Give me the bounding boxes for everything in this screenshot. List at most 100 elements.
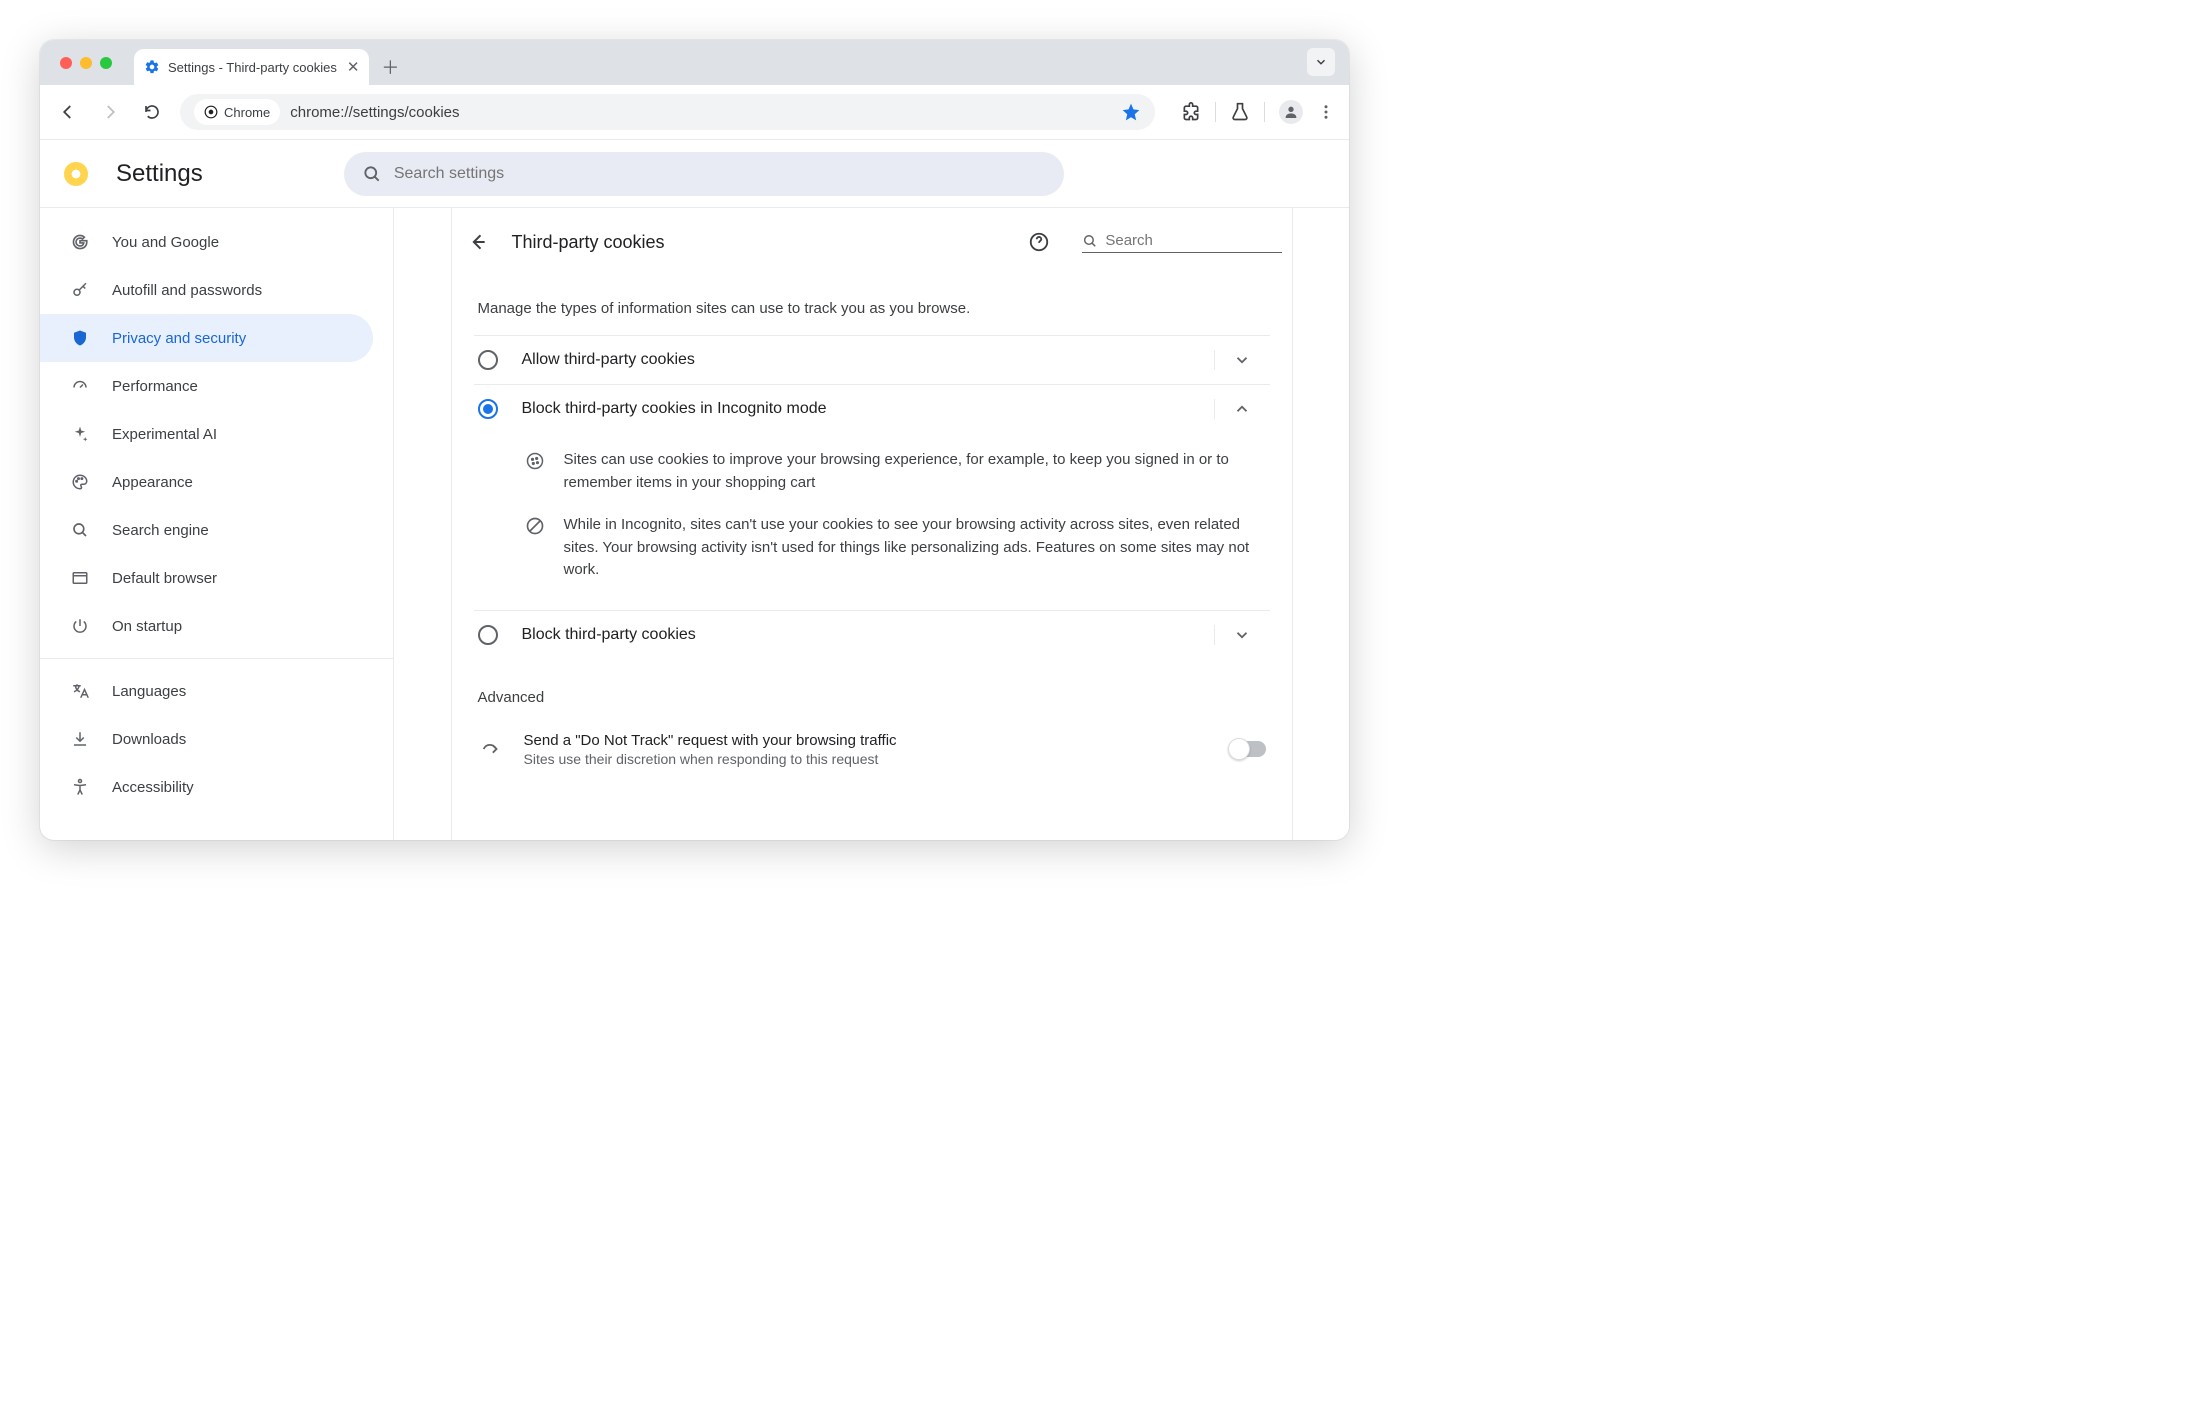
sidebar-item-label: Privacy and security <box>112 330 246 347</box>
speedometer-icon <box>70 377 90 395</box>
url-text: chrome://settings/cookies <box>290 104 459 121</box>
radio-icon <box>478 350 498 370</box>
sidebar-item-you-and-google[interactable]: You and Google <box>40 218 373 266</box>
browser-tab[interactable]: Settings - Third-party cookies ✕ <box>134 49 369 85</box>
option-detail: Sites can use cookies to improve your br… <box>474 433 1270 611</box>
radio-label: Block third-party cookies <box>522 626 1214 644</box>
settings-body: You and Google Autofill and passwords Pr… <box>40 208 1349 840</box>
profile-avatar[interactable] <box>1279 100 1303 124</box>
dnt-subtitle: Sites use their discretion when respondi… <box>524 751 1210 767</box>
sidebar-item-label: Downloads <box>112 731 186 748</box>
detail-text: Sites can use cookies to improve your br… <box>564 449 1258 494</box>
sidebar-item-languages[interactable]: Languages <box>40 667 373 715</box>
sidebar-item-label: Performance <box>112 378 198 395</box>
window-minimize[interactable] <box>80 57 92 69</box>
sidebar-item-experimental-ai[interactable]: Experimental AI <box>40 410 373 458</box>
new-tab-button[interactable]: ＋ <box>381 49 399 85</box>
translate-icon <box>70 682 90 700</box>
separator <box>1264 102 1265 122</box>
chevron-down-icon <box>1233 351 1251 369</box>
browser-toolbar: Chrome chrome://settings/cookies <box>40 85 1349 140</box>
forward-button[interactable] <box>96 98 124 126</box>
extensions-icon[interactable] <box>1181 102 1201 122</box>
tab-strip: Settings - Third-party cookies ✕ ＋ <box>40 40 1349 85</box>
block-icon <box>524 514 546 582</box>
google-g-icon <box>70 233 90 251</box>
section-intro: Manage the types of information sites ca… <box>478 264 1266 335</box>
sidebar-item-label: Appearance <box>112 474 193 491</box>
tab-title: Settings - Third-party cookies <box>168 60 337 75</box>
sidebar-item-label: On startup <box>112 618 182 635</box>
radio-icon <box>478 399 498 419</box>
content-panel: Third-party cookies Manage the types of … <box>451 208 1293 840</box>
window-maximize[interactable] <box>100 57 112 69</box>
radio-icon <box>478 625 498 645</box>
chrome-icon <box>204 105 218 119</box>
settings-header: Settings <box>40 140 1349 208</box>
palette-icon <box>70 473 90 491</box>
cookie-icon <box>524 449 546 494</box>
dnt-toggle[interactable] <box>1230 741 1266 757</box>
reload-button[interactable] <box>138 98 166 126</box>
address-bar[interactable]: Chrome chrome://settings/cookies <box>180 94 1155 130</box>
sparkle-icon <box>70 425 90 443</box>
chevron-up-icon <box>1233 400 1251 418</box>
sidebar-item-label: Default browser <box>112 570 217 587</box>
browser-icon <box>70 569 90 587</box>
option-block-incognito[interactable]: Block third-party cookies in Incognito m… <box>474 384 1270 433</box>
panel-back-button[interactable] <box>462 226 494 258</box>
power-icon <box>70 617 90 635</box>
sidebar: You and Google Autofill and passwords Pr… <box>40 208 394 840</box>
sidebar-item-privacy[interactable]: Privacy and security <box>40 314 373 362</box>
panel-search-input[interactable] <box>1105 232 1281 249</box>
window-close[interactable] <box>60 57 72 69</box>
separator <box>1215 102 1216 122</box>
gear-icon <box>144 59 160 75</box>
sidebar-item-appearance[interactable]: Appearance <box>40 458 373 506</box>
do-not-track-row[interactable]: Send a "Do Not Track" request with your … <box>474 720 1270 779</box>
option-block-all-third-party[interactable]: Block third-party cookies <box>474 611 1270 659</box>
panel-search[interactable] <box>1082 232 1282 253</box>
chevron-down-icon <box>1233 626 1251 644</box>
settings-search-input[interactable] <box>394 165 1046 183</box>
sidebar-item-label: Autofill and passwords <box>112 282 262 299</box>
arrow-left-icon <box>468 232 488 252</box>
window-controls <box>54 40 134 85</box>
expand-button[interactable] <box>1214 350 1270 370</box>
sidebar-item-label: Languages <box>112 683 186 700</box>
detail-text: While in Incognito, sites can't use your… <box>564 514 1258 582</box>
settings-search[interactable] <box>344 152 1064 196</box>
close-icon[interactable]: ✕ <box>347 58 360 76</box>
labs-icon[interactable] <box>1230 102 1250 122</box>
shield-icon <box>70 329 90 347</box>
browser-window: Settings - Third-party cookies ✕ ＋ Chrom… <box>40 40 1349 840</box>
radio-label: Allow third-party cookies <box>522 351 1214 369</box>
expand-button[interactable] <box>1214 625 1270 645</box>
download-icon <box>70 730 90 748</box>
option-allow-third-party[interactable]: Allow third-party cookies <box>474 335 1270 384</box>
chrome-logo-icon <box>64 162 88 186</box>
sidebar-item-search-engine[interactable]: Search engine <box>40 506 373 554</box>
back-button[interactable] <box>54 98 82 126</box>
sidebar-item-label: You and Google <box>112 234 219 251</box>
overflow-menu-icon[interactable] <box>1317 103 1335 121</box>
sidebar-item-accessibility[interactable]: Accessibility <box>40 763 373 811</box>
bookmark-star-icon[interactable] <box>1121 102 1141 122</box>
dnt-title: Send a "Do Not Track" request with your … <box>524 732 1210 749</box>
sidebar-item-default-browser[interactable]: Default browser <box>40 554 373 602</box>
sidebar-item-performance[interactable]: Performance <box>40 362 373 410</box>
sidebar-item-autofill[interactable]: Autofill and passwords <box>40 266 373 314</box>
panel-title: Third-party cookies <box>512 232 665 253</box>
site-chip[interactable]: Chrome <box>194 99 280 125</box>
sidebar-item-downloads[interactable]: Downloads <box>40 715 373 763</box>
tab-search-button[interactable] <box>1307 48 1335 76</box>
help-button[interactable] <box>1028 231 1050 253</box>
page-title: Settings <box>116 160 203 188</box>
sidebar-item-on-startup[interactable]: On startup <box>40 602 373 650</box>
collapse-button[interactable] <box>1214 399 1270 419</box>
sidebar-item-label: Experimental AI <box>112 426 217 443</box>
accessibility-icon <box>70 778 90 796</box>
forward-arrow-icon <box>478 738 504 760</box>
search-icon <box>70 521 90 539</box>
key-icon <box>70 281 90 299</box>
